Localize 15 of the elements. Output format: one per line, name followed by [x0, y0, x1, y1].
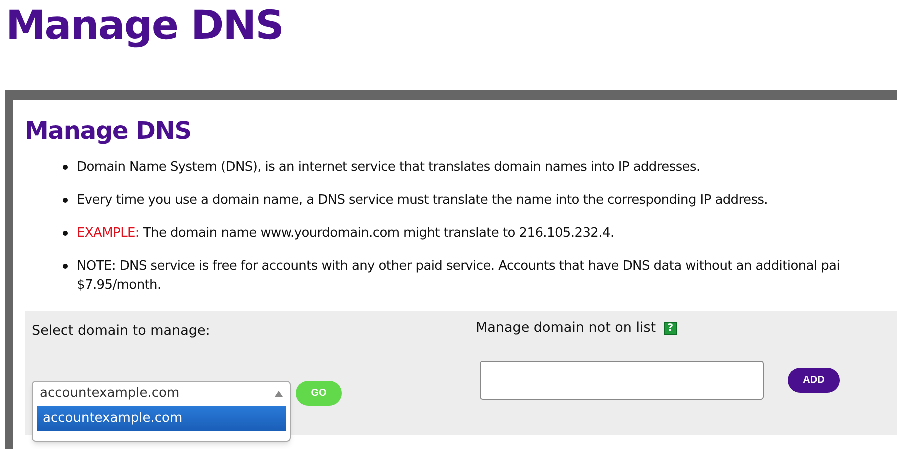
- help-icon[interactable]: ?: [664, 322, 678, 335]
- bullet-text: Every time you use a domain name, a DNS service must translate the name into the corresponding IP address.: [77, 192, 768, 210]
- dropdown-option[interactable]: accountexample.com: [37, 406, 286, 431]
- select-value: accountexample.com: [40, 385, 180, 404]
- bullet-text: Domain Name System (DNS), is an internet service that translates domain names into IP addresses.: [77, 159, 700, 177]
- other-domain-label: Manage domain not on list: [476, 319, 656, 338]
- example-text: EXAMPLE: The domain name www.yourdomain.com might translate to 216.105.232.4.: [77, 225, 614, 243]
- domain-input-field[interactable]: [480, 361, 764, 400]
- caret-icon: [275, 391, 283, 397]
- bullet-text: NOTE: DNS service is free for accounts with any other paid service. Accounts that have DNS data without an additional pai $7.95/month.: [77, 258, 840, 295]
- add-button[interactable]: ADD: [788, 368, 840, 394]
- page-title: Manage DNS: [6, 2, 284, 50]
- section-heading: Manage DNS: [25, 116, 192, 146]
- domain-select[interactable]: accountexample.com accountexample.com: [32, 381, 291, 442]
- select-label: Select domain to manage:: [32, 322, 210, 341]
